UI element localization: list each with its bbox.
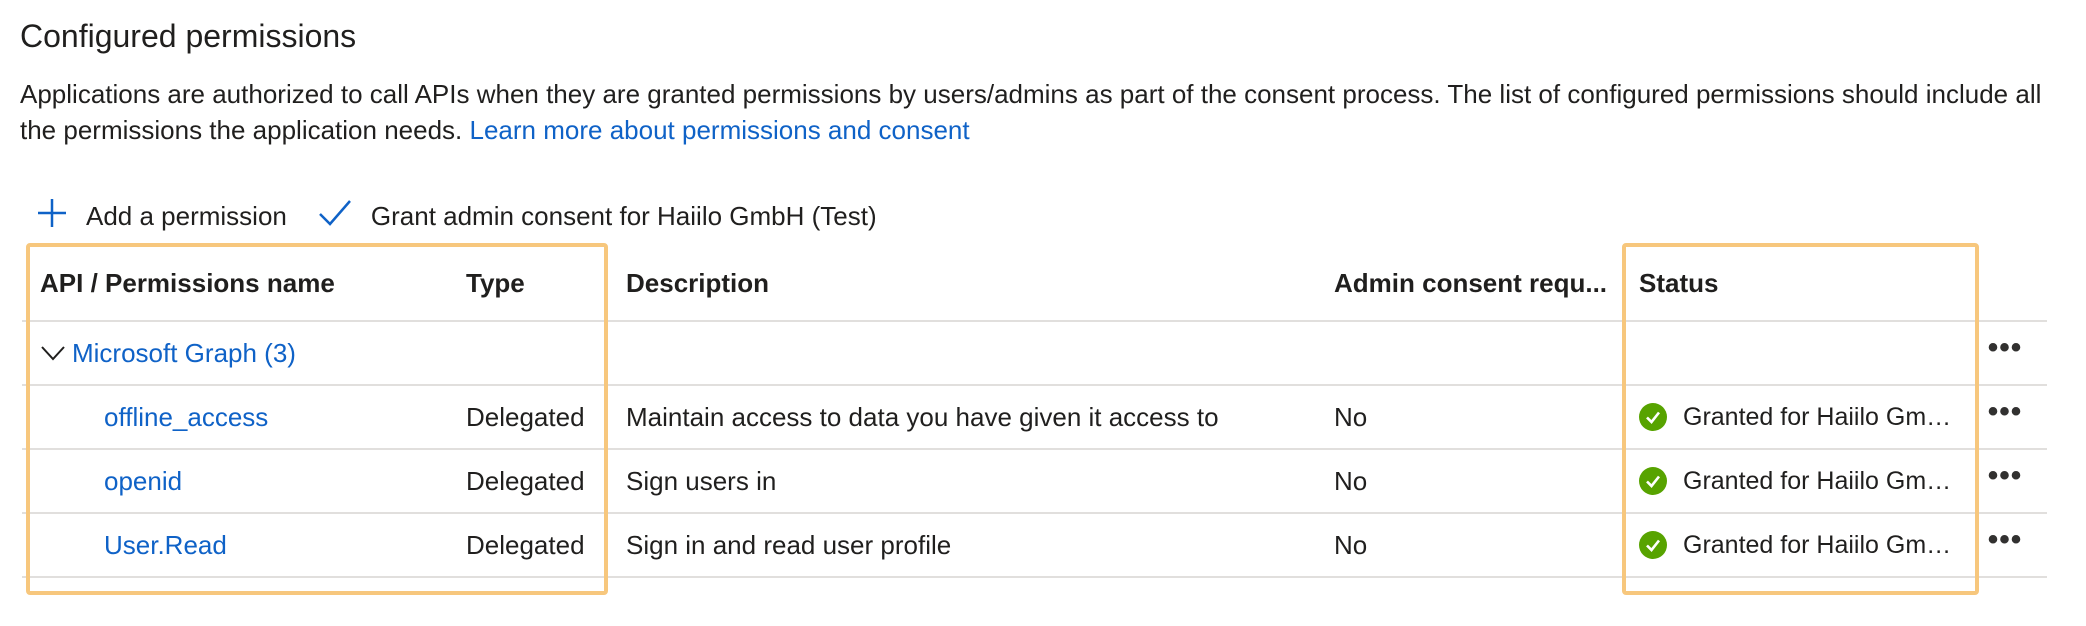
success-check-icon <box>1639 403 1667 431</box>
column-header-type[interactable]: Type <box>466 246 626 320</box>
status-cell: Granted for Haiilo GmbH (Test) <box>1639 514 1974 576</box>
plus-icon <box>36 197 86 236</box>
status-cell: Granted for Haiilo GmbH (Test) <box>1639 386 1974 448</box>
table-row: openid Delegated Sign users in No Grante… <box>22 450 2047 514</box>
table-header: API / Permissions name Type Description … <box>22 246 2047 322</box>
permission-type: Delegated <box>466 401 585 432</box>
permission-description: Maintain access to data you have given i… <box>626 401 1219 432</box>
permissions-table: API / Permissions name Type Description … <box>22 246 2047 578</box>
column-header-admin-consent[interactable]: Admin consent requ... <box>1334 246 1638 320</box>
more-options-icon: ••• <box>1987 395 2023 428</box>
status-text: Granted for Haiilo GmbH (Test) <box>1683 530 1953 559</box>
add-permission-label: Add a permission <box>86 200 287 231</box>
permission-name-link[interactable]: openid <box>104 450 464 512</box>
admin-consent-required: No <box>1334 529 1368 560</box>
permission-description: Sign users in <box>626 465 777 496</box>
more-options-icon: ••• <box>1987 523 2023 556</box>
row-more-button[interactable]: ••• <box>1970 450 2040 512</box>
success-check-icon <box>1639 531 1667 559</box>
success-check-icon <box>1639 467 1667 495</box>
admin-consent-required: No <box>1334 465 1368 496</box>
table-row: User.Read Delegated Sign in and read use… <box>22 514 2047 578</box>
more-options-icon: ••• <box>1987 459 2023 492</box>
permission-name-link[interactable]: offline_access <box>104 386 464 448</box>
intro-text: Applications are authorized to call APIs… <box>20 79 2042 145</box>
page-title: Configured permissions <box>20 18 357 54</box>
permission-name-link[interactable]: User.Read <box>104 514 464 576</box>
row-more-button[interactable]: ••• <box>1970 386 2040 448</box>
status-text: Granted for Haiilo GmbH (Test) <box>1683 466 1953 495</box>
row-more-button[interactable]: ••• <box>1970 514 2040 576</box>
column-header-status[interactable]: Status <box>1639 246 1974 320</box>
group-label: Microsoft Graph (3) <box>72 337 296 368</box>
status-text: Granted for Haiilo GmbH (Test) <box>1683 402 1953 431</box>
grant-admin-consent-button[interactable]: Grant admin consent for Haiilo GmbH (Tes… <box>317 198 877 235</box>
group-toggle[interactable]: Microsoft Graph (3) <box>40 322 460 384</box>
status-cell: Granted for Haiilo GmbH (Test) <box>1639 450 1974 512</box>
permission-type: Delegated <box>466 529 585 560</box>
add-permission-button[interactable]: Add a permission <box>36 197 287 236</box>
admin-consent-required: No <box>1334 401 1368 432</box>
table-row: offline_access Delegated Maintain access… <box>22 386 2047 450</box>
grant-admin-consent-label: Grant admin consent for Haiilo GmbH (Tes… <box>370 200 877 231</box>
group-more-button[interactable]: ••• <box>1970 322 2040 384</box>
chevron-down-icon <box>40 338 72 369</box>
permission-description: Sign in and read user profile <box>626 529 952 560</box>
permission-type: Delegated <box>466 465 585 496</box>
group-row-microsoft-graph: Microsoft Graph (3) ••• <box>22 322 2047 386</box>
column-header-api[interactable]: API / Permissions name <box>40 246 460 320</box>
checkmark-icon <box>317 198 371 235</box>
more-options-icon: ••• <box>1987 331 2023 364</box>
learn-more-link[interactable]: Learn more about permissions and consent <box>470 115 970 145</box>
column-header-description[interactable]: Description <box>626 246 1326 320</box>
command-bar: Add a permission Grant admin consent for… <box>36 192 907 240</box>
intro-paragraph: Applications are authorized to call APIs… <box>20 76 2060 148</box>
